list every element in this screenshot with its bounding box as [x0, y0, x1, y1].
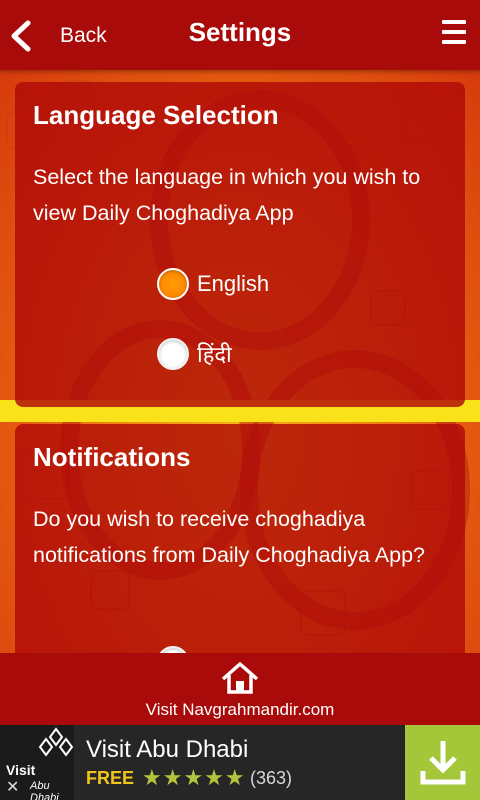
download-icon [420, 741, 466, 785]
language-option-english[interactable]: English [157, 268, 269, 300]
ad-review-count: (363) [250, 768, 293, 788]
radio-english[interactable] [157, 268, 189, 300]
ad-rating-stars: ★★★★★ [142, 765, 246, 790]
ad-banner[interactable]: Visit Abu Dhabi ✕ Visit Abu Dhabi FREE ★… [0, 725, 480, 800]
radio-hindi[interactable] [157, 338, 189, 370]
visit-website-label: Visit Navgrahmandir.com [145, 700, 335, 719]
radio-label-english: English [197, 271, 270, 296]
ad-download-button[interactable] [405, 725, 480, 800]
ad-logo-subtext: Abu Dhabi [30, 780, 59, 800]
page-title: Settings [188, 17, 292, 47]
language-selection-card: Language Selection Select the language i… [15, 82, 465, 407]
language-option-hindi[interactable]: हिंदी [157, 338, 232, 370]
ad-logo: Visit Abu Dhabi ✕ [0, 725, 74, 800]
language-description: Select the language in which you wish to… [33, 165, 421, 225]
home-icon [221, 662, 259, 694]
ad-price: FREE [86, 768, 135, 788]
menu-icon[interactable] [442, 20, 466, 46]
ad-logo-mark-icon [38, 727, 74, 757]
radio-label-hindi: हिंदी [197, 342, 232, 367]
ad-title: Visit Abu Dhabi [86, 736, 249, 763]
notifications-section-title: Notifications [33, 442, 191, 472]
ad-logo-text: Visit [6, 762, 36, 778]
app-header: Back Settings [0, 0, 480, 70]
notifications-description: Do you wish to receive choghadiya notifi… [33, 507, 425, 567]
language-section-title: Language Selection [33, 100, 279, 130]
visit-website-button[interactable]: Visit Navgrahmandir.com [0, 653, 480, 725]
ad-close-icon[interactable]: ✕ [6, 777, 19, 797]
